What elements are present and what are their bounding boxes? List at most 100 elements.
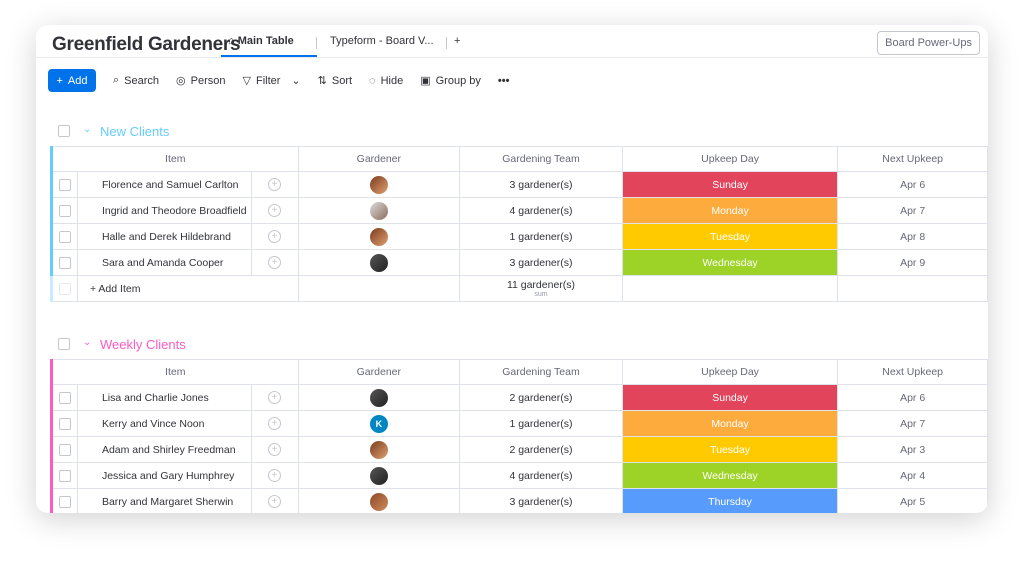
next-upkeep-date[interactable]: Apr 4	[837, 462, 988, 489]
avatar[interactable]	[369, 227, 388, 246]
tab-main-table[interactable]: ⌂ Main Table	[228, 35, 294, 47]
search-button[interactable]: ⌕ Search	[113, 74, 159, 87]
team-cell[interactable]: 4 gardener(s)	[459, 462, 623, 489]
avatar[interactable]: K	[369, 414, 388, 433]
add-update-icon[interactable]: +	[268, 178, 282, 191]
gardener-cell[interactable]	[297, 462, 461, 489]
gardener-cell[interactable]	[297, 436, 461, 463]
add-item-input[interactable]: + Add Item	[76, 275, 299, 302]
row-checkbox[interactable]	[58, 495, 71, 508]
gardener-cell[interactable]	[297, 488, 461, 513]
sort-button[interactable]: ⇅ Sort	[318, 74, 352, 88]
plus-icon: +	[56, 74, 63, 87]
add-update-icon[interactable]: +	[268, 230, 282, 243]
group-title[interactable]: Weekly Clients	[100, 337, 186, 352]
add-view-button[interactable]: +	[454, 35, 460, 47]
upkeep-day-status[interactable]: Monday	[621, 197, 839, 224]
add-update-icon[interactable]: +	[268, 417, 282, 430]
gardener-cell[interactable]	[297, 223, 461, 250]
avatar[interactable]	[369, 175, 388, 194]
team-sum: 11 gardener(s) sum	[459, 275, 623, 302]
tab-typeform[interactable]: Typeform - Board V...	[330, 35, 434, 47]
chevron-down-icon[interactable]: ⌄	[83, 124, 91, 135]
item-name[interactable]: Ingrid and Theodore Broadfield	[76, 197, 252, 224]
item-name[interactable]: Lisa and Charlie Jones	[76, 384, 252, 411]
chevron-down-icon[interactable]: ⌄	[83, 337, 91, 348]
row-checkbox[interactable]	[58, 256, 71, 269]
item-name[interactable]: Sara and Amanda Cooper	[76, 249, 252, 276]
item-name[interactable]: Halle and Derek Hildebrand	[76, 223, 252, 250]
filter-button[interactable]: ▽ Filter ⌄	[243, 74, 301, 88]
avatar[interactable]	[369, 440, 388, 459]
board-window: Greenfield Gardeners ⌂ Main Table Typefo…	[36, 25, 988, 513]
item-name[interactable]: Florence and Samuel Carlton	[76, 171, 252, 198]
upkeep-day-status[interactable]: Sunday	[621, 384, 839, 411]
next-upkeep-date[interactable]: Apr 5	[837, 488, 988, 513]
row-checkbox[interactable]	[58, 178, 71, 191]
team-cell[interactable]: 2 gardener(s)	[459, 436, 623, 463]
row-checkbox[interactable]	[58, 443, 71, 456]
team-cell[interactable]: 4 gardener(s)	[459, 197, 623, 224]
add-update-icon[interactable]: +	[268, 443, 282, 456]
avatar[interactable]	[369, 388, 388, 407]
team-cell[interactable]: 1 gardener(s)	[459, 410, 623, 437]
person-button[interactable]: ◎ Person	[176, 74, 225, 88]
upkeep-day-status[interactable]: Tuesday	[621, 223, 839, 250]
hide-button[interactable]: ◌ Hide	[369, 75, 403, 87]
more-options-button[interactable]: •••	[498, 75, 510, 87]
add-update-icon[interactable]: +	[268, 256, 282, 269]
add-update-icon[interactable]: +	[268, 469, 282, 482]
avatar[interactable]	[369, 466, 388, 485]
next-upkeep-date[interactable]: Apr 7	[837, 197, 988, 224]
group-by-button[interactable]: ▣ Group by	[420, 74, 481, 88]
row-checkbox[interactable]	[58, 204, 71, 217]
group-title[interactable]: New Clients	[100, 124, 169, 139]
divider	[36, 57, 988, 58]
gardener-cell[interactable]	[297, 249, 461, 276]
table-row: Lisa and Charlie Jones + 2 gardener(s) S…	[50, 384, 988, 411]
header-row: Item Gardener Gardening Team Upkeep Day Nex…	[50, 146, 988, 172]
next-upkeep-date[interactable]: Apr 3	[837, 436, 988, 463]
item-name[interactable]: Jessica and Gary Humphrey	[76, 462, 252, 489]
team-cell[interactable]: 2 gardener(s)	[459, 384, 623, 411]
gardener-cell[interactable]	[297, 384, 461, 411]
table-row: Jessica and Gary Humphrey + 4 gardener(s…	[50, 462, 988, 489]
add-update-icon[interactable]: +	[268, 204, 282, 217]
team-cell[interactable]: 3 gardener(s)	[459, 171, 623, 198]
upkeep-day-status[interactable]: Thursday	[621, 488, 839, 513]
item-name[interactable]: Barry and Margaret Sherwin	[76, 488, 252, 513]
row-checkbox[interactable]	[58, 391, 71, 404]
upkeep-day-status[interactable]: Wednesday	[621, 249, 839, 276]
item-name[interactable]: Adam and Shirley Freedman	[76, 436, 252, 463]
next-upkeep-date[interactable]: Apr 7	[837, 410, 988, 437]
gardener-cell[interactable]: K	[297, 410, 461, 437]
next-upkeep-date[interactable]: Apr 6	[837, 384, 988, 411]
add-update-icon[interactable]: +	[268, 391, 282, 404]
upkeep-day-status[interactable]: Monday	[621, 410, 839, 437]
upkeep-day-status[interactable]: Sunday	[621, 171, 839, 198]
row-checkbox[interactable]	[58, 417, 71, 430]
gardener-cell[interactable]	[297, 197, 461, 224]
avatar[interactable]	[369, 492, 388, 511]
team-cell[interactable]: 3 gardener(s)	[459, 488, 623, 513]
row-checkbox[interactable]	[58, 230, 71, 243]
group-checkbox[interactable]	[58, 338, 70, 350]
team-cell[interactable]: 3 gardener(s)	[459, 249, 623, 276]
sum-label: sum	[534, 291, 548, 298]
avatar[interactable]	[369, 201, 388, 220]
upkeep-day-status[interactable]: Tuesday	[621, 436, 839, 463]
add-update-icon[interactable]: +	[268, 495, 282, 508]
gardener-cell[interactable]	[297, 171, 461, 198]
person-icon: ◎	[176, 75, 186, 87]
avatar[interactable]	[369, 253, 388, 272]
row-checkbox[interactable]	[58, 469, 71, 482]
next-upkeep-date[interactable]: Apr 9	[837, 249, 988, 276]
upkeep-day-status[interactable]: Wednesday	[621, 462, 839, 489]
group-checkbox[interactable]	[58, 125, 70, 137]
add-button[interactable]: + Add	[48, 69, 96, 92]
board-power-ups-button[interactable]: Board Power-Ups	[877, 31, 980, 55]
item-name[interactable]: Kerry and Vince Noon	[76, 410, 252, 437]
next-upkeep-date[interactable]: Apr 6	[837, 171, 988, 198]
team-cell[interactable]: 1 gardener(s)	[459, 223, 623, 250]
next-upkeep-date[interactable]: Apr 8	[837, 223, 988, 250]
